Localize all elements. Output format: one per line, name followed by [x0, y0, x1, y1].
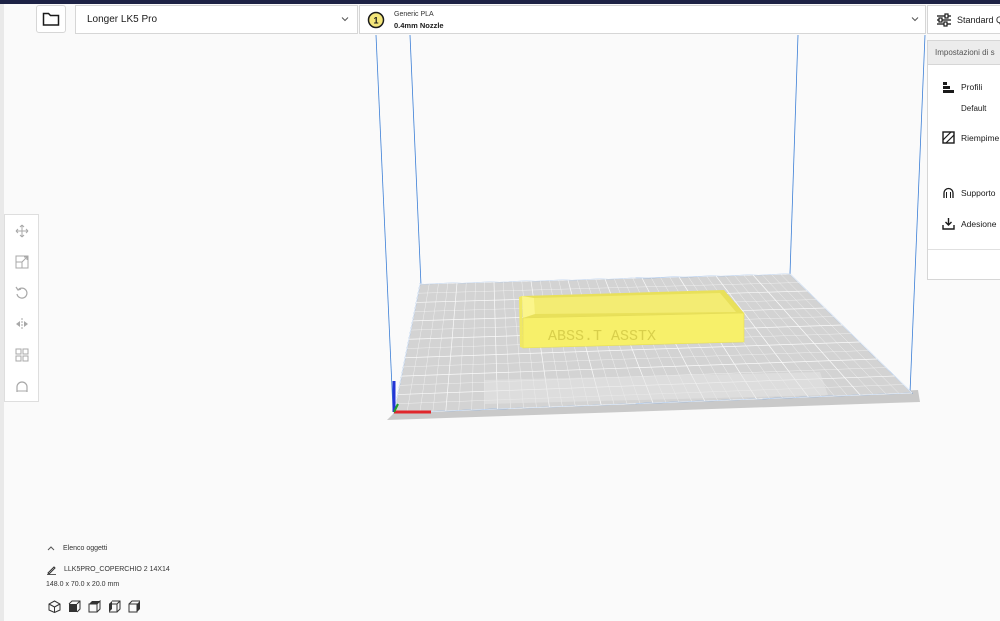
folder-icon	[42, 12, 60, 26]
build-volume-edge	[409, 34, 422, 286]
printer-selector[interactable]: Longer LK5 Pro	[75, 5, 358, 34]
object-list-toggle[interactable]: Elenco oggetti	[46, 544, 107, 552]
print-settings-panel: Impostazioni di s Profili Default Riempi…	[927, 40, 1000, 280]
object-dimensions: 148.0 x 70.0 x 20.0 mm	[46, 581, 120, 588]
scale-icon	[15, 255, 29, 269]
mirror-tool-button[interactable]	[14, 316, 30, 332]
support-icon	[943, 187, 954, 198]
view-left-button[interactable]	[108, 600, 121, 613]
rotate-icon	[15, 286, 28, 299]
print-profile-selector[interactable]: Standard Q	[927, 5, 1000, 34]
move-tool-button[interactable]	[14, 223, 30, 239]
left-view-icon	[109, 600, 121, 613]
support-setting[interactable]: Supporto	[942, 186, 996, 199]
profile-name: Standard Q	[957, 14, 1000, 25]
rotate-tool-button[interactable]	[14, 285, 30, 301]
mirror-icon	[16, 318, 28, 330]
view-orientation-bar	[48, 599, 141, 614]
support-blocker-icon	[16, 381, 28, 392]
model-object: ABSS.T ASSTX	[519, 290, 745, 349]
nozzle-size: 0.4mm Nozzle	[394, 21, 444, 30]
infill-setting[interactable]: Riempime	[942, 131, 999, 144]
tool-bar	[4, 214, 39, 402]
build-volume-edge	[375, 34, 394, 411]
adhesion-icon	[942, 218, 955, 230]
object-list-label: Elenco oggetti	[63, 544, 108, 552]
infill-icon	[942, 131, 955, 144]
extruder-number: 1	[373, 16, 378, 26]
3d-view-icon	[48, 600, 61, 614]
view-3d-button[interactable]	[48, 600, 61, 614]
printer-name: Longer LK5 Pro	[87, 14, 158, 25]
scale-tool-button[interactable]	[14, 254, 30, 270]
build-plate-viewport[interactable]: ABSS.T ASSTX	[0, 0, 1000, 621]
adhesion-label: Adesione	[961, 218, 997, 229]
top-view-icon	[88, 599, 101, 613]
per-model-settings-button[interactable]	[14, 347, 30, 363]
infill-label: Riempime	[961, 132, 1000, 143]
object-name-row[interactable]: LLK5PRO_COPERCHIO 2 14X14	[46, 564, 170, 575]
chevron-down-icon	[911, 17, 919, 22]
view-right-button[interactable]	[128, 600, 141, 613]
view-front-button[interactable]	[68, 600, 81, 613]
object-name: LLK5PRO_COPERCHIO 2 14X14	[64, 566, 170, 573]
view-top-button[interactable]	[88, 599, 101, 613]
move-icon	[15, 224, 29, 238]
model-engraving: ABSS.T ASSTX	[548, 328, 656, 345]
sliders-icon	[937, 12, 951, 27]
support-blocker-button[interactable]	[14, 378, 30, 394]
settings-panel-title: Impostazioni di s	[928, 41, 1000, 65]
build-volume-edge	[789, 34, 799, 275]
profiles-value: Default	[961, 104, 987, 113]
material-selector[interactable]: 1 Generic PLA 0.4mm Nozzle	[359, 5, 926, 34]
profiles-setting[interactable]: Profili	[942, 81, 982, 93]
build-volume-edge	[909, 34, 926, 394]
front-view-icon	[68, 600, 81, 613]
support-label: Supporto	[961, 187, 996, 198]
right-view-icon	[128, 600, 140, 613]
pencil-icon	[47, 566, 56, 575]
extruder-icon: 1	[367, 11, 385, 29]
open-file-button[interactable]	[36, 5, 66, 33]
per-model-settings-icon	[15, 348, 29, 362]
profiles-icon	[943, 82, 954, 93]
panel-divider	[928, 249, 1000, 250]
chevron-up-icon	[47, 546, 55, 551]
adhesion-setting[interactable]: Adesione	[942, 217, 996, 230]
profiles-label: Profili	[961, 82, 983, 92]
chevron-down-icon	[341, 17, 349, 22]
material-name: Generic PLA	[394, 11, 434, 18]
